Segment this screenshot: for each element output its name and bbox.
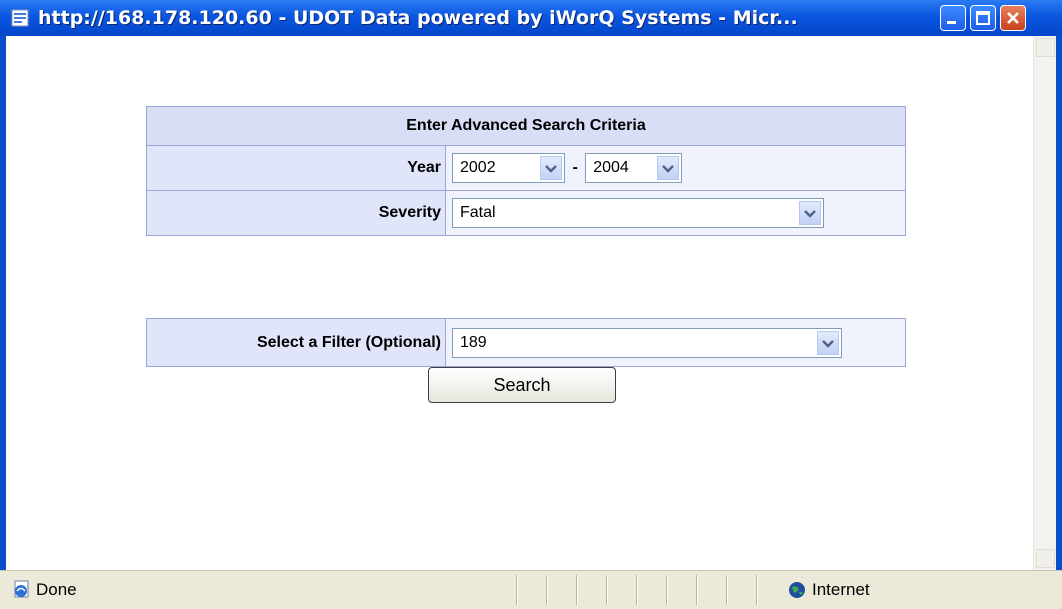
status-divider — [756, 575, 758, 605]
status-bar: Done Internet — [0, 570, 1062, 609]
severity-select[interactable]: Fatal — [452, 198, 824, 228]
vertical-scrollbar[interactable] — [1033, 36, 1056, 570]
internet-globe-icon — [789, 582, 805, 598]
severity-dropdown-button[interactable] — [799, 201, 821, 225]
close-icon — [1007, 12, 1019, 24]
year-from-value: 2002 — [460, 159, 496, 176]
ie-page-icon — [11, 9, 29, 27]
scroll-down-button[interactable] — [1036, 549, 1055, 568]
chevron-down-icon — [662, 165, 675, 173]
status-divider — [546, 575, 548, 605]
status-text: Done — [36, 580, 77, 599]
close-button[interactable] — [1000, 5, 1026, 31]
maximize-button[interactable] — [970, 5, 996, 31]
page-done-icon — [14, 580, 29, 598]
chevron-down-icon — [545, 165, 557, 173]
browser-popup-window: http://168.178.120.60 - UDOT Data powere… — [0, 0, 1062, 609]
severity-value: Fatal — [460, 204, 496, 221]
status-divider — [696, 575, 698, 605]
year-from-dropdown-button[interactable] — [540, 156, 562, 180]
window-title: http://168.178.120.60 - UDOT Data powere… — [38, 7, 798, 29]
security-zone-text: Internet — [812, 580, 870, 599]
filter-value: 189 — [460, 333, 487, 351]
year-range-separator: - — [572, 159, 578, 177]
scroll-up-button[interactable] — [1036, 38, 1055, 57]
year-label: Year — [146, 145, 446, 191]
search-criteria-table: Enter Advanced Search Criteria Year 2002… — [146, 106, 906, 236]
minimize-button[interactable] — [940, 5, 966, 31]
status-divider — [576, 575, 578, 605]
title-bar[interactable]: http://168.178.120.60 - UDOT Data powere… — [0, 0, 1062, 36]
search-criteria-heading: Enter Advanced Search Criteria — [146, 106, 906, 146]
chevron-down-icon — [822, 339, 834, 348]
year-to-value: 2004 — [593, 159, 629, 176]
filter-select[interactable]: 189 — [452, 327, 842, 358]
filter-cell: 189 — [445, 318, 906, 367]
status-divider — [636, 575, 638, 605]
maximize-icon — [976, 11, 990, 25]
filter-table: Select a Filter (Optional) 189 — [146, 318, 906, 367]
severity-label: Severity — [146, 190, 446, 236]
year-from-select[interactable]: 2002 — [452, 153, 565, 183]
year-cell: 2002 - 2004 — [445, 145, 906, 191]
status-divider — [516, 575, 518, 605]
search-button[interactable]: Search — [428, 367, 616, 403]
severity-cell: Fatal — [445, 190, 906, 236]
chevron-down-icon — [804, 210, 816, 218]
minimize-icon — [947, 21, 956, 24]
status-divider — [666, 575, 668, 605]
page-content: Enter Advanced Search Criteria Year 2002… — [6, 36, 1056, 570]
filter-label: Select a Filter (Optional) — [146, 318, 446, 367]
status-divider — [606, 575, 608, 605]
status-divider — [726, 575, 728, 605]
year-to-dropdown-button[interactable] — [657, 156, 680, 180]
filter-dropdown-button[interactable] — [817, 330, 839, 355]
year-to-select[interactable]: 2004 — [585, 153, 683, 183]
